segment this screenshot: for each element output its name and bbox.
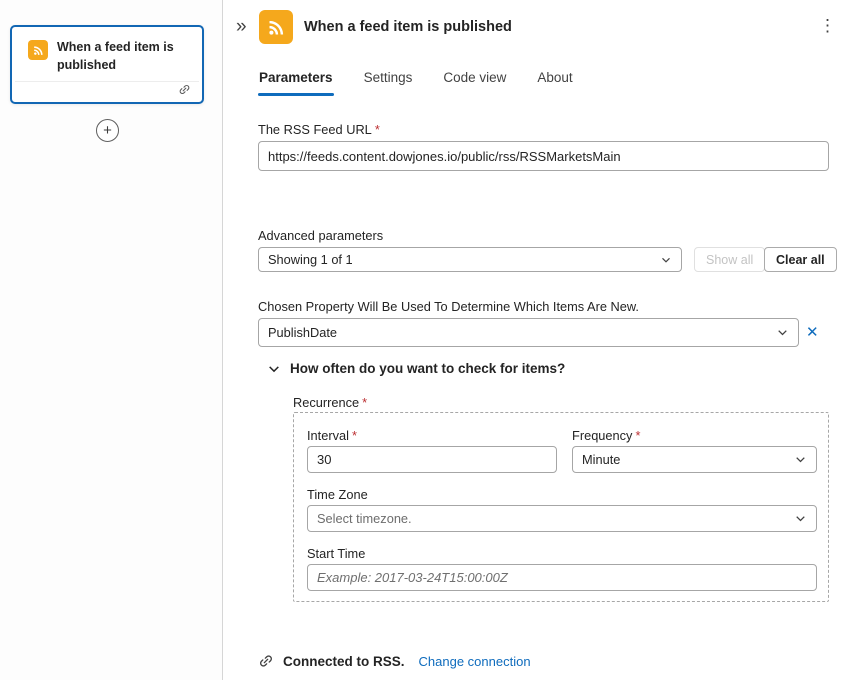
collapse-panel-icon[interactable]: » (236, 16, 247, 38)
connection-icon[interactable] (178, 83, 191, 101)
interval-input[interactable] (307, 446, 557, 473)
chevron-down-icon (794, 512, 807, 525)
connection-status: Connected to RSS. Change connection (258, 653, 531, 669)
frequency-label: Frequency* (572, 428, 640, 443)
chevron-down-icon (776, 326, 789, 339)
tab-list: Parameters Settings Code view About (258, 66, 574, 96)
flow-canvas: When a feed item is published + (0, 0, 222, 680)
connected-text: Connected to RSS. (283, 654, 405, 669)
recurrence-editor: Interval* Frequency* Minute Time Zone Se… (293, 412, 829, 602)
trigger-card-footer (15, 81, 199, 102)
required-asterisk: * (362, 395, 367, 410)
chevron-down-icon (660, 254, 672, 266)
required-asterisk: * (375, 122, 380, 137)
panel-title: When a feed item is published (304, 19, 512, 35)
chosen-property-label: Chosen Property Will Be Used To Determin… (258, 299, 639, 314)
rss-feed-url-input[interactable] (258, 141, 829, 171)
timezone-dropdown[interactable]: Select timezone. (307, 505, 817, 532)
frequency-value: Minute (582, 452, 620, 467)
advanced-parameters-label: Advanced parameters (258, 228, 383, 243)
tab-code-view[interactable]: Code view (442, 66, 507, 96)
tab-parameters[interactable]: Parameters (258, 66, 334, 96)
change-connection-link[interactable]: Change connection (419, 654, 531, 669)
chosen-property-dropdown[interactable]: PublishDate (258, 318, 799, 347)
power-automate-designer: When a feed item is published + » (0, 0, 850, 680)
advanced-parameters-value: Showing 1 of 1 (268, 252, 353, 267)
chevron-down-icon (794, 453, 807, 466)
clear-all-button[interactable]: Clear all (764, 247, 837, 272)
recurrence-label: Recurrence* (293, 395, 367, 410)
advanced-parameters-dropdown[interactable]: Showing 1 of 1 (258, 247, 682, 272)
frequency-dropdown[interactable]: Minute (572, 446, 817, 473)
rss-connector-icon (259, 10, 293, 44)
trigger-card[interactable]: When a feed item is published (10, 25, 204, 104)
rss-connector-icon (28, 40, 48, 60)
tab-settings[interactable]: Settings (363, 66, 414, 96)
timezone-placeholder: Select timezone. (317, 511, 412, 526)
plus-icon: + (103, 122, 112, 139)
add-action-button[interactable]: + (96, 119, 119, 142)
rss-feed-url-label: The RSS Feed URL* (258, 122, 380, 137)
chosen-property-value: PublishDate (268, 325, 337, 340)
recurrence-section-toggle[interactable]: How often do you want to check for items… (267, 361, 565, 376)
remove-parameter-icon[interactable]: ✕ (804, 321, 821, 343)
show-all-button[interactable]: Show all (694, 247, 765, 272)
more-menu-icon[interactable]: ⋮ (815, 16, 840, 36)
active-tab-underline (258, 93, 334, 96)
recurrence-section-title: How often do you want to check for items… (290, 361, 565, 376)
start-time-label: Start Time (307, 546, 365, 561)
tab-about[interactable]: About (536, 66, 573, 96)
start-time-input[interactable] (307, 564, 817, 591)
timezone-label: Time Zone (307, 487, 368, 502)
config-panel: » When a feed item is published ⋮ Parame… (222, 0, 850, 680)
trigger-card-title: When a feed item is published (57, 38, 192, 74)
connection-icon (258, 653, 274, 669)
interval-label: Interval* (307, 428, 357, 443)
trigger-card-body: When a feed item is published (12, 27, 202, 80)
chevron-down-icon (267, 362, 281, 376)
